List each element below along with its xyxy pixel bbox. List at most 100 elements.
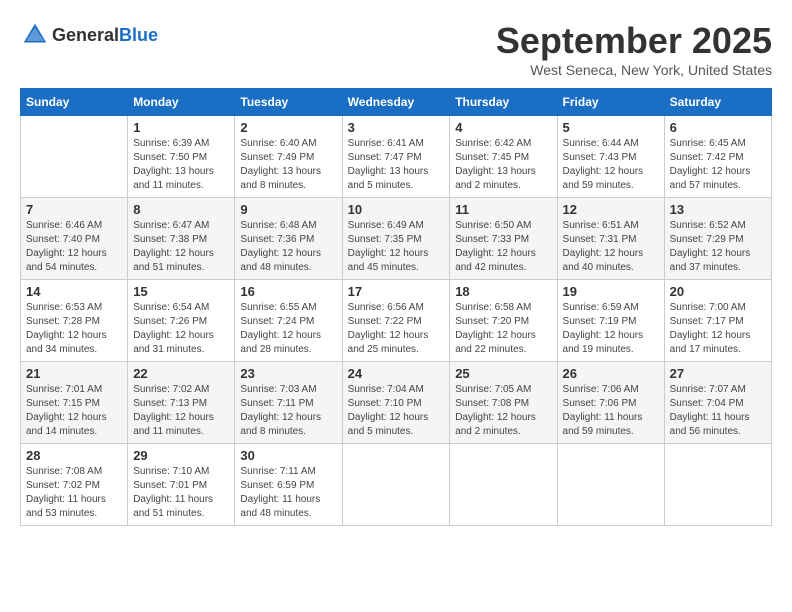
- day-cell: [21, 116, 128, 198]
- week-row-4: 21 Sunrise: 7:01 AMSunset: 7:15 PMDayligh…: [21, 362, 772, 444]
- calendar-table: SundayMondayTuesdayWednesdayThursdayFrid…: [20, 88, 772, 526]
- day-cell: 16 Sunrise: 6:55 AMSunset: 7:24 PMDayligh…: [235, 280, 342, 362]
- day-number: 22: [133, 366, 229, 381]
- day-cell: 14Sunrise: 6:53 AMSunset: 7:28 PMDayligh…: [21, 280, 128, 362]
- day-number: 20: [670, 284, 766, 299]
- day-info: Sunrise: 6:45 AMSunset: 7:42 PMDaylight:…: [670, 137, 766, 193]
- day-info: Sunrise: 6:40 AMSunset: 7:49 PMDaylight:…: [240, 137, 336, 193]
- day-info: Sunrise: 7:02 AMSunset: 7:13 PMDaylight:…: [133, 383, 229, 439]
- day-info: Sunrise: 7:00 AMSunset: 7:17 PMDaylight:…: [670, 301, 766, 357]
- day-cell: 4 Sunrise: 6:42 AMSunset: 7:45 PMDaylight…: [450, 116, 557, 198]
- day-cell: [342, 444, 450, 526]
- day-cell: [664, 444, 771, 526]
- day-cell: 9 Sunrise: 6:48 AMSunset: 7:36 PMDaylight…: [235, 198, 342, 280]
- logo-blue-text: Blue: [119, 25, 158, 45]
- day-cell: 18 Sunrise: 6:58 AMSunset: 7:20 PMDayligh…: [450, 280, 557, 362]
- day-cell: 26 Sunrise: 7:06 AMSunset: 7:06 PMDayligh…: [557, 362, 664, 444]
- day-info: Sunrise: 7:03 AMSunset: 7:11 PMDaylight:…: [240, 383, 336, 439]
- day-info: Sunrise: 6:58 AMSunset: 7:20 PMDaylight:…: [455, 301, 551, 357]
- day-number: 15: [133, 284, 229, 299]
- day-cell: 8 Sunrise: 6:47 AMSunset: 7:38 PMDaylight…: [128, 198, 235, 280]
- day-number: 13: [670, 202, 766, 217]
- day-number: 21: [26, 366, 122, 381]
- day-cell: 1 Sunrise: 6:39 AMSunset: 7:50 PMDaylight…: [128, 116, 235, 198]
- day-info: Sunrise: 6:51 AMSunset: 7:31 PMDaylight:…: [563, 219, 659, 275]
- day-cell: 20 Sunrise: 7:00 AMSunset: 7:17 PMDayligh…: [664, 280, 771, 362]
- day-number: 26: [563, 366, 659, 381]
- day-info: Sunrise: 6:47 AMSunset: 7:38 PMDaylight:…: [133, 219, 229, 275]
- day-number: 29: [133, 448, 229, 463]
- day-cell: 7Sunrise: 6:46 AMSunset: 7:40 PMDaylight…: [21, 198, 128, 280]
- day-cell: 10Sunrise: 6:49 AMSunset: 7:35 PMDayligh…: [342, 198, 450, 280]
- day-number: 28: [26, 448, 122, 463]
- day-info: Sunrise: 7:05 AMSunset: 7:08 PMDaylight:…: [455, 383, 551, 439]
- day-info: Sunrise: 6:50 AMSunset: 7:33 PMDaylight:…: [455, 219, 551, 275]
- day-number: 8: [133, 202, 229, 217]
- day-cell: 30Sunrise: 7:11 AMSunset: 6:59 PMDayligh…: [235, 444, 342, 526]
- week-row-1: 1 Sunrise: 6:39 AMSunset: 7:50 PMDaylight…: [21, 116, 772, 198]
- title-block: September 2025 West Seneca, New York, Un…: [496, 20, 772, 78]
- day-cell: 15 Sunrise: 6:54 AMSunset: 7:26 PMDayligh…: [128, 280, 235, 362]
- day-info: Sunrise: 7:06 AMSunset: 7:06 PMDaylight:…: [563, 383, 659, 439]
- day-cell: 2 Sunrise: 6:40 AMSunset: 7:49 PMDaylight…: [235, 116, 342, 198]
- day-cell: 28 Sunrise: 7:08 AMSunset: 7:02 PMDayligh…: [21, 444, 128, 526]
- day-number: 19: [563, 284, 659, 299]
- day-cell: 12Sunrise: 6:51 AMSunset: 7:31 PMDayligh…: [557, 198, 664, 280]
- page-header: GeneralBlue September 2025 West Seneca, …: [20, 20, 772, 78]
- day-info: Sunrise: 7:11 AMSunset: 6:59 PMDaylight:…: [240, 465, 336, 521]
- week-row-3: 14Sunrise: 6:53 AMSunset: 7:28 PMDayligh…: [21, 280, 772, 362]
- day-info: Sunrise: 6:42 AMSunset: 7:45 PMDaylight:…: [455, 137, 551, 193]
- day-number: 6: [670, 120, 766, 135]
- day-cell: 21 Sunrise: 7:01 AMSunset: 7:15 PMDayligh…: [21, 362, 128, 444]
- logo-general-text: General: [52, 25, 119, 45]
- day-cell: 27 Sunrise: 7:07 AMSunset: 7:04 PMDayligh…: [664, 362, 771, 444]
- day-number: 3: [348, 120, 445, 135]
- day-info: Sunrise: 6:48 AMSunset: 7:36 PMDaylight:…: [240, 219, 336, 275]
- col-header-wednesday: Wednesday: [342, 89, 450, 116]
- day-cell: 6 Sunrise: 6:45 AMSunset: 7:42 PMDaylight…: [664, 116, 771, 198]
- day-info: Sunrise: 6:55 AMSunset: 7:24 PMDaylight:…: [240, 301, 336, 357]
- location-text: West Seneca, New York, United States: [496, 62, 772, 78]
- day-cell: [450, 444, 557, 526]
- day-info: Sunrise: 6:39 AMSunset: 7:50 PMDaylight:…: [133, 137, 229, 193]
- header-row: SundayMondayTuesdayWednesdayThursdayFrid…: [21, 89, 772, 116]
- day-number: 25: [455, 366, 551, 381]
- day-info: Sunrise: 7:04 AMSunset: 7:10 PMDaylight:…: [348, 383, 445, 439]
- day-info: Sunrise: 6:56 AMSunset: 7:22 PMDaylight:…: [348, 301, 445, 357]
- col-header-tuesday: Tuesday: [235, 89, 342, 116]
- month-title: September 2025: [496, 20, 772, 62]
- day-number: 1: [133, 120, 229, 135]
- day-cell: 11 Sunrise: 6:50 AMSunset: 7:33 PMDayligh…: [450, 198, 557, 280]
- day-cell: 22 Sunrise: 7:02 AMSunset: 7:13 PMDayligh…: [128, 362, 235, 444]
- day-info: Sunrise: 7:07 AMSunset: 7:04 PMDaylight:…: [670, 383, 766, 439]
- day-info: Sunrise: 6:59 AMSunset: 7:19 PMDaylight:…: [563, 301, 659, 357]
- logo: GeneralBlue: [20, 20, 158, 50]
- day-info: Sunrise: 7:10 AMSunset: 7:01 PMDaylight:…: [133, 465, 229, 521]
- day-number: 11: [455, 202, 551, 217]
- day-info: Sunrise: 6:54 AMSunset: 7:26 PMDaylight:…: [133, 301, 229, 357]
- day-number: 27: [670, 366, 766, 381]
- day-cell: [557, 444, 664, 526]
- day-number: 18: [455, 284, 551, 299]
- day-cell: 23Sunrise: 7:03 AMSunset: 7:11 PMDayligh…: [235, 362, 342, 444]
- week-row-5: 28 Sunrise: 7:08 AMSunset: 7:02 PMDayligh…: [21, 444, 772, 526]
- day-info: Sunrise: 7:01 AMSunset: 7:15 PMDaylight:…: [26, 383, 122, 439]
- day-cell: 17Sunrise: 6:56 AMSunset: 7:22 PMDayligh…: [342, 280, 450, 362]
- col-header-monday: Monday: [128, 89, 235, 116]
- week-row-2: 7Sunrise: 6:46 AMSunset: 7:40 PMDaylight…: [21, 198, 772, 280]
- day-number: 14: [26, 284, 122, 299]
- col-header-saturday: Saturday: [664, 89, 771, 116]
- day-number: 24: [348, 366, 445, 381]
- day-number: 10: [348, 202, 445, 217]
- day-number: 2: [240, 120, 336, 135]
- day-number: 4: [455, 120, 551, 135]
- day-cell: 24 Sunrise: 7:04 AMSunset: 7:10 PMDayligh…: [342, 362, 450, 444]
- day-info: Sunrise: 7:08 AMSunset: 7:02 PMDaylight:…: [26, 465, 122, 521]
- day-cell: 13Sunrise: 6:52 AMSunset: 7:29 PMDayligh…: [664, 198, 771, 280]
- day-cell: 5Sunrise: 6:44 AMSunset: 7:43 PMDaylight…: [557, 116, 664, 198]
- day-number: 9: [240, 202, 336, 217]
- day-cell: 19 Sunrise: 6:59 AMSunset: 7:19 PMDayligh…: [557, 280, 664, 362]
- day-cell: 3Sunrise: 6:41 AMSunset: 7:47 PMDaylight…: [342, 116, 450, 198]
- day-info: Sunrise: 6:44 AMSunset: 7:43 PMDaylight:…: [563, 137, 659, 193]
- day-number: 16: [240, 284, 336, 299]
